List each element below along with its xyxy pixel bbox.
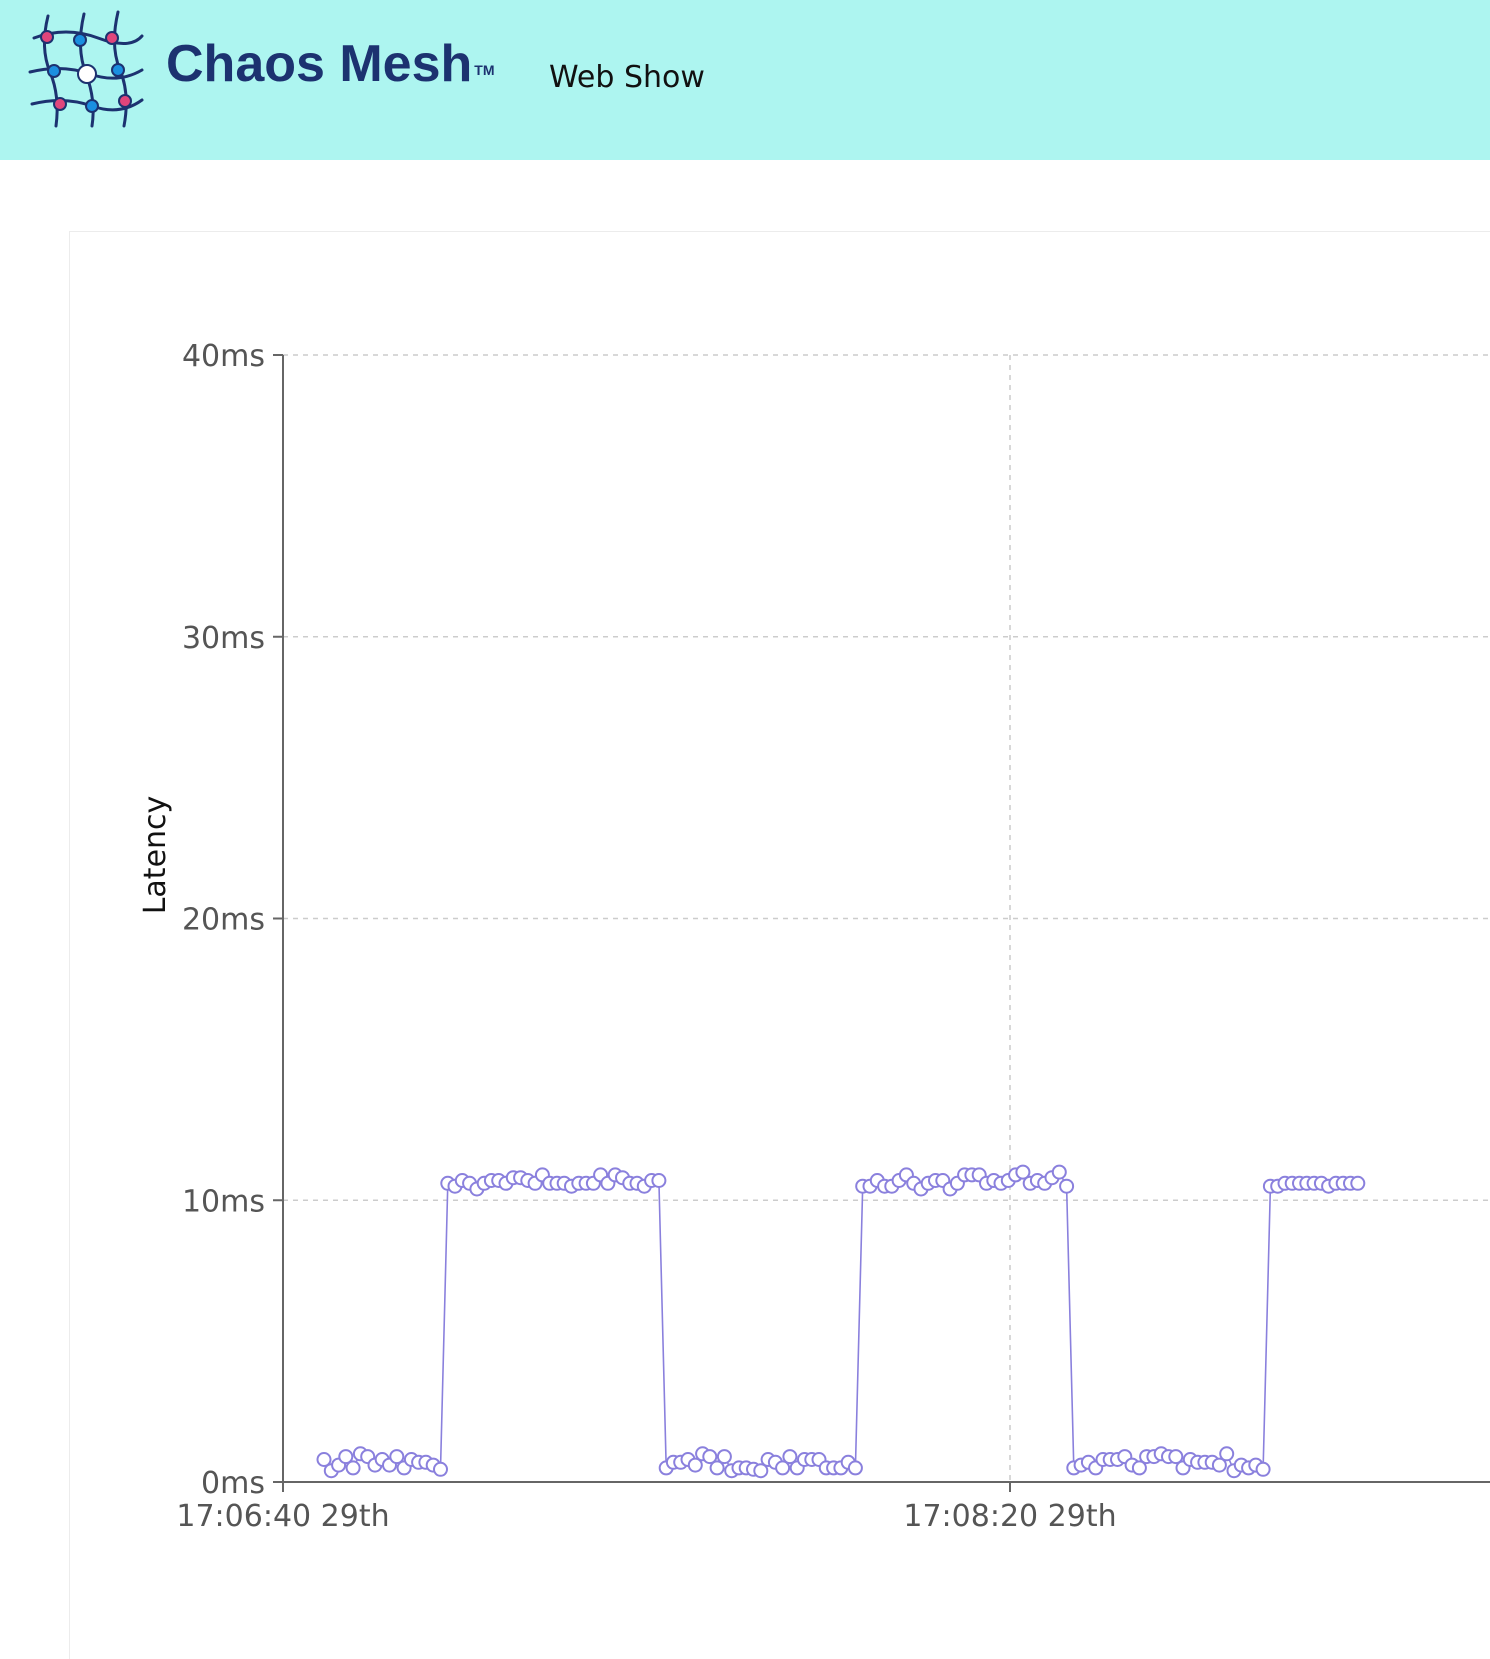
series-line — [323, 1170, 1358, 1472]
x-tick-label: 17:08:20 29th — [903, 1499, 1116, 1534]
grid-lines — [283, 354, 1490, 1482]
y-tick-label: 30ms — [182, 621, 265, 656]
data-point[interactable] — [1255, 1461, 1271, 1477]
data-point[interactable] — [651, 1173, 667, 1188]
y-tick-label: 10ms — [182, 1184, 265, 1219]
data-point[interactable] — [1051, 1164, 1067, 1180]
latency-series — [316, 1164, 1366, 1479]
axes — [273, 354, 1490, 1492]
tick-labels: 0ms 10ms 20ms 30ms 40ms 17:06:40 29th 17:08:20… — [138, 339, 1117, 1534]
data-point[interactable] — [716, 1449, 732, 1465]
y-tick-label: 20ms — [182, 903, 265, 938]
data-point[interactable] — [1059, 1178, 1075, 1194]
data-point[interactable] — [1219, 1446, 1235, 1462]
data-point[interactable] — [1350, 1175, 1366, 1191]
data-point[interactable] — [847, 1460, 863, 1476]
y-tick-label: 40ms — [182, 339, 265, 374]
y-axis-title: Latency — [138, 796, 173, 915]
data-point[interactable] — [345, 1460, 361, 1476]
latency-chart: 0ms 10ms 20ms 30ms 40ms 17:06:40 29th 17:08:20… — [138, 339, 1490, 1534]
data-point[interactable] — [433, 1461, 448, 1477]
x-tick-label: 17:06:40 29th — [176, 1499, 389, 1534]
y-tick-label: 0ms — [201, 1466, 265, 1501]
